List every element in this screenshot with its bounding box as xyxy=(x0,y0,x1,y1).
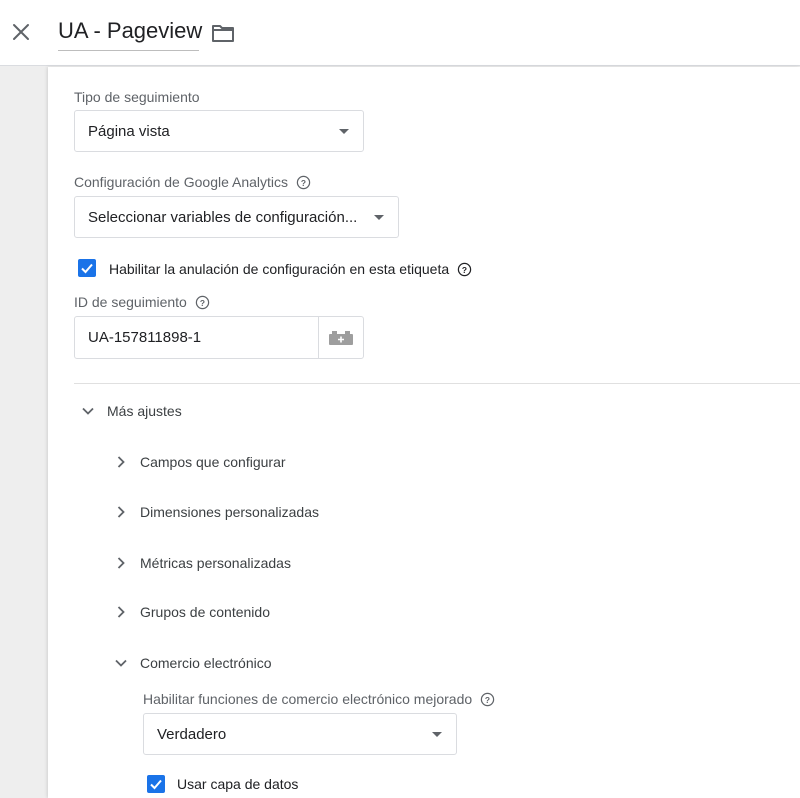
section-custom-dimensions[interactable]: Dimensiones personalizadas xyxy=(114,504,319,520)
ga-settings-label-row: Configuración de Google Analytics ? xyxy=(74,174,311,190)
override-label: Habilitar la anulación de configuración … xyxy=(109,261,450,277)
tag-name-input[interactable]: UA - Pageview xyxy=(58,18,202,51)
left-gutter xyxy=(0,67,48,798)
section-custom-metrics[interactable]: Métricas personalizadas xyxy=(114,555,291,571)
help-icon[interactable]: ? xyxy=(195,295,210,310)
help-icon[interactable]: ? xyxy=(296,175,311,190)
section-label: Campos que configurar xyxy=(140,454,286,470)
caret-down-icon xyxy=(374,215,384,220)
more-settings-label: Más ajustes xyxy=(107,403,182,419)
section-label: Dimensiones personalizadas xyxy=(140,504,319,520)
use-datalayer-checkbox[interactable] xyxy=(147,775,165,793)
tracking-id-label: ID de seguimiento xyxy=(74,294,187,310)
section-label: Grupos de contenido xyxy=(140,604,270,620)
ga-settings-value: Seleccionar variables de configuración..… xyxy=(88,208,358,226)
tracking-type-select[interactable]: Página vista xyxy=(74,110,364,152)
section-divider xyxy=(74,383,800,384)
svg-text:?: ? xyxy=(462,264,467,274)
checkmark-icon xyxy=(81,263,93,274)
override-checkbox[interactable] xyxy=(78,259,96,277)
tracking-type-value: Página vista xyxy=(88,122,170,140)
enhanced-ecommerce-label-row: Habilitar funciones de comercio electrón… xyxy=(143,691,495,707)
tracking-id-input[interactable]: UA-157811898-1 xyxy=(75,317,319,358)
help-icon[interactable]: ? xyxy=(480,692,495,707)
svg-text:?: ? xyxy=(485,694,490,704)
caret-down-icon xyxy=(339,129,349,134)
section-ecommerce[interactable]: Comercio electrónico xyxy=(114,655,272,671)
enhanced-ecommerce-label: Habilitar funciones de comercio electrón… xyxy=(143,691,473,707)
tracking-id-label-row: ID de seguimiento ? xyxy=(74,294,210,310)
section-label: Comercio electrónico xyxy=(140,655,272,671)
tracking-type-label: Tipo de seguimiento xyxy=(74,89,200,105)
caret-down-icon xyxy=(432,732,442,737)
ga-settings-select[interactable]: Seleccionar variables de configuración..… xyxy=(74,196,399,238)
top-bar: UA - Pageview xyxy=(0,0,800,66)
svg-text:?: ? xyxy=(301,177,306,187)
folder-icon xyxy=(212,25,234,42)
svg-text:?: ? xyxy=(200,297,205,307)
use-datalayer-label: Usar capa de datos xyxy=(177,776,299,792)
close-icon xyxy=(13,24,29,40)
chevron-down-icon xyxy=(114,656,128,670)
section-label: Métricas personalizadas xyxy=(140,555,291,571)
close-button[interactable] xyxy=(8,19,34,45)
enhanced-ecommerce-value: Verdadero xyxy=(157,725,227,743)
chevron-right-icon xyxy=(114,455,128,469)
section-fields-to-set[interactable]: Campos que configurar xyxy=(114,454,286,470)
enhanced-ecommerce-select[interactable]: Verdadero xyxy=(143,713,457,755)
help-icon[interactable]: ? xyxy=(457,262,472,277)
tracking-id-field: UA-157811898-1 xyxy=(74,316,364,359)
override-label-row: Habilitar la anulación de configuración … xyxy=(109,261,472,277)
chevron-right-icon xyxy=(114,505,128,519)
variable-brick-icon xyxy=(329,330,353,345)
chevron-down-icon xyxy=(81,404,95,418)
chevron-right-icon xyxy=(114,556,128,570)
section-content-groups[interactable]: Grupos de contenido xyxy=(114,604,270,620)
chevron-right-icon xyxy=(114,605,128,619)
ga-settings-label: Configuración de Google Analytics xyxy=(74,174,289,190)
folder-button[interactable] xyxy=(211,22,237,46)
more-settings-toggle[interactable]: Más ajustes xyxy=(81,403,182,419)
checkmark-icon xyxy=(150,779,162,790)
insert-variable-button[interactable] xyxy=(319,317,363,358)
